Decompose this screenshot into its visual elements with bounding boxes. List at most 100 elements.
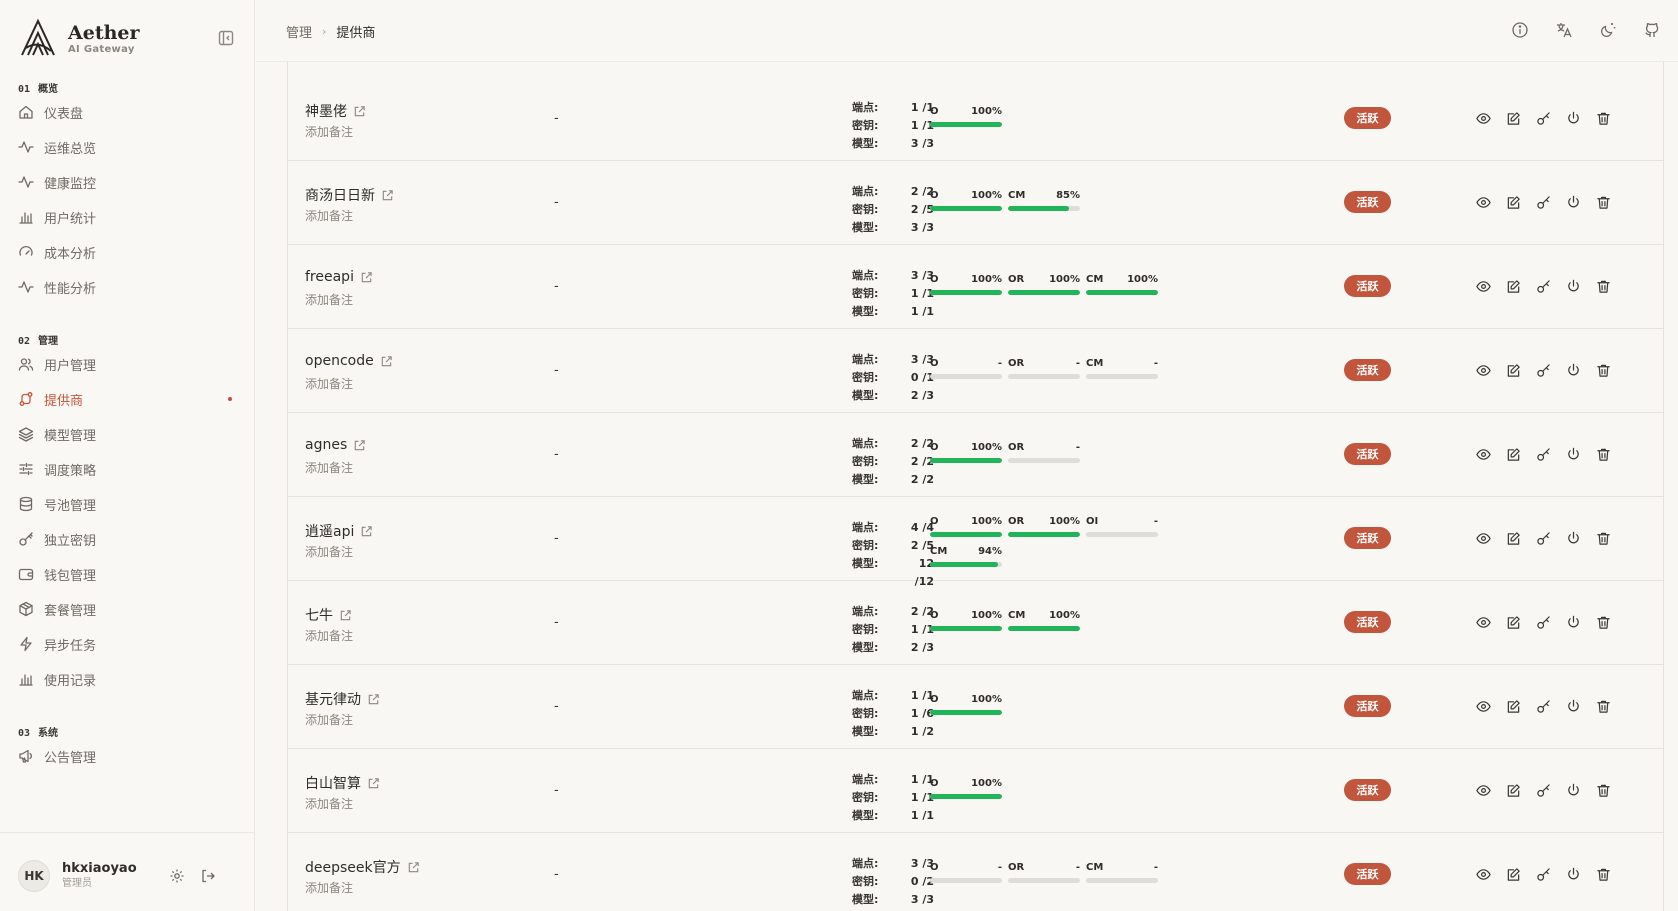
avatar[interactable]: HK (18, 860, 50, 892)
edit-icon[interactable] (1506, 783, 1521, 798)
sidebar-item-1-4[interactable]: 号池管理 (18, 490, 240, 518)
trash-icon[interactable] (1596, 363, 1611, 378)
edit-icon[interactable] (1506, 867, 1521, 882)
power-icon[interactable] (1566, 447, 1581, 462)
sidebar-item-1-8[interactable]: 异步任务 (18, 630, 240, 658)
add-note-link[interactable]: 添加备注 (305, 711, 353, 728)
health-bar[interactable]: O- (930, 358, 1002, 379)
sidebar-item-0-0[interactable]: 仪表盘 (18, 98, 240, 126)
edit-icon[interactable] (1506, 447, 1521, 462)
health-bar[interactable]: CM 100% (1008, 610, 1080, 631)
trash-icon[interactable] (1596, 783, 1611, 798)
view-eye-icon[interactable] (1476, 111, 1491, 126)
key-icon[interactable] (1536, 867, 1551, 882)
sidebar-item-0-5[interactable]: 性能分析 (18, 273, 240, 301)
provider-name[interactable]: 商汤日日新 (305, 185, 394, 205)
logo[interactable]: Aether AI Gateway (18, 18, 140, 58)
provider-name[interactable]: 白山智算 (305, 773, 380, 793)
key-icon[interactable] (1536, 363, 1551, 378)
edit-icon[interactable] (1506, 279, 1521, 294)
add-note-link[interactable]: 添加备注 (305, 375, 353, 392)
power-icon[interactable] (1566, 279, 1581, 294)
edit-icon[interactable] (1506, 111, 1521, 126)
power-icon[interactable] (1566, 867, 1581, 882)
sidebar-item-1-3[interactable]: 调度策略 (18, 455, 240, 483)
edit-icon[interactable] (1506, 195, 1521, 210)
trash-icon[interactable] (1596, 699, 1611, 714)
provider-name-text[interactable]: deepseek官方 (305, 857, 401, 877)
provider-name[interactable]: agnes (305, 437, 366, 453)
view-eye-icon[interactable] (1476, 363, 1491, 378)
trash-icon[interactable] (1596, 531, 1611, 546)
health-bar[interactable]: O 100% (930, 516, 1002, 537)
health-bar[interactable]: CM - (1086, 862, 1158, 883)
provider-name[interactable]: 逍遥api (305, 521, 373, 541)
sidebar-item-2-0[interactable]: 公告管理 (18, 742, 240, 770)
health-bar[interactable]: O 100% (930, 694, 1002, 715)
power-icon[interactable] (1566, 531, 1581, 546)
view-eye-icon[interactable] (1476, 867, 1491, 882)
health-bar[interactable]: O 100% (930, 778, 1002, 799)
trash-icon[interactable] (1596, 279, 1611, 294)
edit-icon[interactable] (1506, 615, 1521, 630)
logout-icon[interactable] (200, 868, 216, 884)
view-eye-icon[interactable] (1476, 531, 1491, 546)
provider-name[interactable]: freeapi (305, 269, 373, 285)
add-note-link[interactable]: 添加备注 (305, 459, 353, 476)
add-note-link[interactable]: 添加备注 (305, 207, 353, 224)
view-eye-icon[interactable] (1476, 699, 1491, 714)
sidebar-item-0-2[interactable]: 健康监控 (18, 168, 240, 196)
health-bar[interactable]: O- (930, 862, 1002, 883)
trash-icon[interactable] (1596, 447, 1611, 462)
add-note-link[interactable]: 添加备注 (305, 627, 353, 644)
health-bar[interactable]: OI - (1086, 516, 1158, 537)
add-note-link[interactable]: 添加备注 (305, 291, 353, 308)
add-note-link[interactable]: 添加备注 (305, 123, 353, 140)
info-icon[interactable] (1511, 21, 1529, 39)
sidebar-item-1-6[interactable]: 钱包管理 (18, 560, 240, 588)
external-link-icon[interactable] (360, 271, 373, 284)
sidebar-item-0-3[interactable]: 用户统计 (18, 203, 240, 231)
provider-name[interactable]: opencode (305, 353, 393, 369)
sidebar-item-1-9[interactable]: 使用记录 (18, 665, 240, 693)
external-link-icon[interactable] (367, 693, 380, 706)
trash-icon[interactable] (1596, 615, 1611, 630)
key-icon[interactable] (1536, 279, 1551, 294)
health-bar[interactable]: O 100% (930, 106, 1002, 127)
view-eye-icon[interactable] (1476, 447, 1491, 462)
provider-name-text[interactable]: opencode (305, 353, 374, 369)
power-icon[interactable] (1566, 111, 1581, 126)
external-link-icon[interactable] (353, 439, 366, 452)
sidebar-item-0-4[interactable]: 成本分析 (18, 238, 240, 266)
add-note-link[interactable]: 添加备注 (305, 879, 353, 896)
provider-name-text[interactable]: 白山智算 (305, 773, 361, 793)
key-icon[interactable] (1536, 615, 1551, 630)
sidebar-item-0-1[interactable]: 运维总览 (18, 133, 240, 161)
health-bar[interactable]: O 100% (930, 442, 1002, 463)
provider-name[interactable]: 神墨佬 (305, 101, 366, 121)
breadcrumb-parent[interactable]: 管理 (286, 22, 312, 41)
power-icon[interactable] (1566, 783, 1581, 798)
sidebar-item-1-5[interactable]: 独立密钥 (18, 525, 240, 553)
external-link-icon[interactable] (380, 355, 393, 368)
provider-name-text[interactable]: 逍遥api (305, 521, 354, 541)
power-icon[interactable] (1566, 363, 1581, 378)
power-icon[interactable] (1566, 615, 1581, 630)
key-icon[interactable] (1536, 783, 1551, 798)
provider-name-text[interactable]: 基元律动 (305, 689, 361, 709)
sidebar-item-1-1[interactable]: 提供商 (18, 385, 240, 413)
health-bar[interactable]: CM - (1086, 358, 1158, 379)
external-link-icon[interactable] (360, 525, 373, 538)
view-eye-icon[interactable] (1476, 279, 1491, 294)
health-bar[interactable]: OR 100% (1008, 274, 1080, 295)
health-bar[interactable]: CM 85% (1008, 190, 1080, 211)
health-bar[interactable]: CM 94% (930, 546, 1002, 567)
trash-icon[interactable] (1596, 867, 1611, 882)
sidebar-item-1-2[interactable]: 模型管理 (18, 420, 240, 448)
key-icon[interactable] (1536, 699, 1551, 714)
sidebar-item-1-0[interactable]: 用户管理 (18, 350, 240, 378)
provider-name-text[interactable]: freeapi (305, 269, 354, 285)
provider-name[interactable]: deepseek官方 (305, 857, 420, 877)
health-bar[interactable]: O 100% (930, 274, 1002, 295)
sidebar-collapse-icon[interactable] (218, 30, 234, 46)
